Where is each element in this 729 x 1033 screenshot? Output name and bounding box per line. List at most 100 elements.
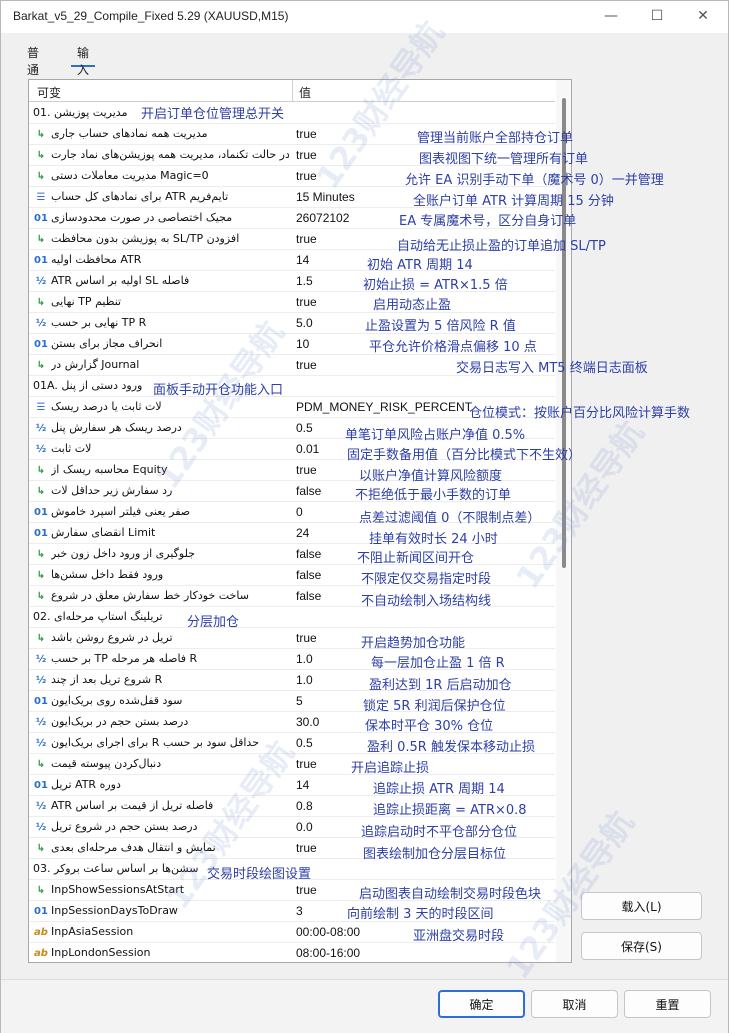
bool-type-icon: ↳ [36, 359, 46, 371]
tab-general[interactable]: 普通 [21, 41, 45, 77]
annotation-note: 允许 EA 识别手动下单（魔术号 0）一并管理 [405, 173, 664, 188]
minimize-button[interactable]: — [588, 1, 634, 31]
int-type-icon: 01 [34, 695, 48, 707]
variable-name: تریل ATR دوره [51, 778, 121, 791]
bool-type-icon: ↳ [36, 464, 46, 476]
double-type-icon: ½ [35, 443, 47, 455]
int-type-icon: 01 [34, 338, 48, 350]
variable-name: محاسبه ریسک از Equity [51, 463, 168, 476]
variable-name: لات ثابت [51, 442, 92, 455]
header-separator[interactable] [292, 80, 293, 102]
save-button[interactable]: 保存(S) [581, 932, 702, 960]
annotation-note: 锁定 5R 利润后保护仓位 [363, 699, 506, 714]
bool-type-icon: ↳ [36, 170, 46, 182]
group-row[interactable]: 01A. ورود دستی از پنل [29, 376, 555, 397]
bool-type-icon: ↳ [36, 884, 46, 896]
variable-name: InpShowSessionsAtStart [51, 883, 185, 896]
annotation-note: 开启追踪止损 [351, 761, 430, 776]
variable-name: ساخت خودکار خط سفارش معلق در شروع [51, 589, 249, 602]
ok-button[interactable]: 确定 [438, 990, 525, 1018]
bool-type-icon: ↳ [36, 548, 46, 560]
annotation-note: 以账户净值计算风险额度 [359, 469, 503, 484]
variable-name: نهایی بر حسب TP R [51, 316, 147, 329]
variable-value [296, 610, 552, 626]
annotation-note: 盈利 0.5R 触发保本移动止损 [367, 740, 535, 755]
annotation-note: 挂单有效时长 24 小时 [369, 532, 498, 547]
annotation-note: 交易日志写入 MT5 终端日志面板 [456, 361, 648, 376]
annotation-note: 不拒绝低于最小手数的订单 [355, 488, 512, 503]
variable-name: درصد ریسک هر سفارش پنل [51, 421, 182, 434]
enum-type-icon: ☰ [36, 191, 46, 203]
variable-name: دنبال‌کردن پیوسته قیمت [51, 757, 162, 770]
table-row[interactable]: ↳ دنبال‌کردن پیوسته قیمت true [29, 754, 555, 775]
close-button[interactable]: ✕ [680, 1, 726, 31]
variable-name: InpLondonSession [51, 946, 151, 959]
annotation-note: 亚洲盘交易时段 [413, 929, 505, 944]
grid-header: 可变 值 [29, 80, 555, 102]
double-type-icon: ½ [35, 737, 47, 749]
group-row[interactable]: 02. تریلینگ استاپ مرحله‌ای [29, 607, 555, 628]
variable-name: ورود فقط داخل سشن‌ها [51, 568, 164, 581]
int-type-icon: 01 [34, 527, 48, 539]
variable-name: تریل در شروع روشن باشد [51, 631, 173, 644]
variable-name: مدیریت همه نمادهای حساب جاری [51, 127, 208, 140]
window-title: Barkat_v5_29_Compile_Fixed 5.29 (XAUUSD,… [13, 9, 289, 23]
variable-value [296, 106, 552, 122]
variable-name: برای اجرای بریک‌ایون R حداقل سود بر حسب [51, 736, 260, 749]
string-type-icon: ab [34, 926, 48, 938]
header-variable[interactable]: 可变 [37, 84, 61, 101]
variable-name: برای نمادهای کل حساب ATR تایم‌فریم [51, 190, 229, 203]
annotation-note: 追踪止损 ATR 周期 14 [373, 782, 505, 797]
annotation-note: 向前绘制 3 天的时段区间 [347, 907, 494, 922]
annotation-note: 单笔订单风险占账户净值 0.5% [345, 428, 526, 443]
variable-name: محافظت اولیه ATR [51, 253, 142, 266]
annotation-note: 不自动绘制入场结构线 [361, 594, 492, 609]
annotation-note: 仓位模式：按账户百分比风险计算手数 [469, 406, 691, 421]
bool-type-icon: ↳ [36, 842, 46, 854]
bool-type-icon: ↳ [36, 758, 46, 770]
double-type-icon: ½ [35, 275, 47, 287]
bool-type-icon: ↳ [36, 149, 46, 161]
group-row[interactable]: 01. مدیریت پوزیشن [29, 103, 555, 124]
variable-value [296, 379, 552, 395]
annotation-note: 开启订单仓位管理总开关 [141, 107, 285, 122]
annotation-note: 止盈设置为 5 倍风险 R 值 [365, 319, 516, 334]
table-row[interactable]: ↳ تریل در شروع روشن باشد true [29, 628, 555, 649]
variable-name: InpSessionDaysToDraw [51, 904, 178, 917]
int-type-icon: 01 [34, 506, 48, 518]
annotation-note: 不限定仅交易指定时段 [361, 572, 492, 587]
reset-button[interactable]: 重置 [624, 990, 711, 1018]
variable-name: شروع تریل بعد از چند R [51, 673, 163, 686]
annotation-note: 初始止损 = ATR×1.5 倍 [363, 278, 508, 293]
variable-name: نمایش و انتقال هدف مرحله‌ای بعدی [51, 841, 216, 854]
annotation-note: 保本时平仓 30% 仓位 [365, 719, 494, 734]
table-row[interactable]: ↳ جلوگیری از ورود داخل زون خبر false [29, 544, 555, 565]
annotation-note: 开启趋势加仓功能 [361, 636, 466, 651]
annotation-note: 追踪止损距离 = ATR×0.8 [373, 803, 527, 818]
bool-type-icon: ↳ [36, 296, 46, 308]
annotation-note: 点差过滤阈值 0（不限制点差） [359, 511, 541, 526]
maximize-button[interactable]: ☐ [634, 1, 680, 31]
dialog-window: 123财经导航 123财经导航 123财经导航 123财经导航 123财经导航 … [0, 0, 729, 1033]
variable-name: جلوگیری از ورود داخل زون خبر [51, 547, 196, 560]
double-type-icon: ½ [35, 317, 47, 329]
load-button[interactable]: 载入(L) [581, 892, 702, 920]
table-row[interactable]: ab InpLondonSession 08:00-16:00 [29, 943, 555, 962]
cancel-button[interactable]: 取消 [531, 990, 618, 1018]
double-type-icon: ½ [35, 821, 47, 833]
variable-name: لات ثابت یا درصد ریسک [51, 400, 162, 413]
string-type-icon: ab [34, 947, 48, 959]
double-type-icon: ½ [35, 800, 47, 812]
bool-type-icon: ↳ [36, 569, 46, 581]
variable-name: ATR اولیه بر اساس SL فاصله [51, 274, 190, 287]
variable-value[interactable]: 08:00-16:00 [296, 946, 552, 962]
table-row[interactable]: ↳ نهایی TP تنظیم true [29, 292, 555, 313]
tab-inputs[interactable]: 输入 [71, 41, 96, 77]
double-type-icon: ½ [35, 674, 47, 686]
bool-type-icon: ↳ [36, 590, 46, 602]
variable-name: InpAsiaSession [51, 925, 134, 938]
double-type-icon: ½ [35, 422, 47, 434]
variable-name: درصد بستن حجم در بریک‌ایون [51, 715, 189, 728]
header-value[interactable]: 值 [299, 84, 311, 101]
int-type-icon: 01 [34, 779, 48, 791]
